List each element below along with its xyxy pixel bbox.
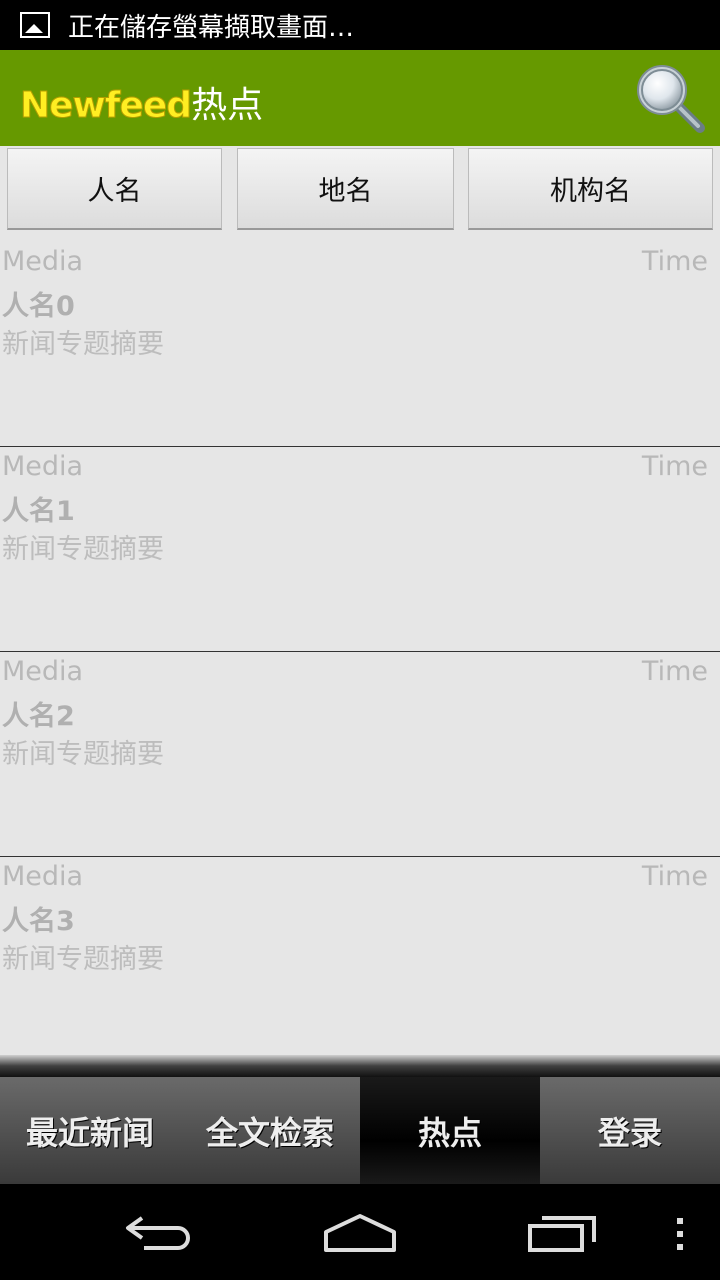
category-tabs: 人名 地名 机构名	[0, 148, 720, 232]
status-bar: 正在儲存螢幕擷取畫面…	[0, 0, 720, 50]
media-label: Media	[2, 861, 84, 892]
list-item[interactable]: Media Time 人名2 新闻专题摘要	[0, 652, 720, 857]
nav-full-text-search[interactable]: 全文检索	[180, 1077, 360, 1184]
logo-text: Newfeed	[19, 85, 192, 127]
status-text: 正在儲存螢幕擷取畫面…	[68, 12, 355, 43]
media-label: Media	[2, 656, 84, 687]
image-icon	[20, 12, 50, 38]
bottom-nav: 最近新闻 全文检索 热点 登录	[0, 1077, 720, 1184]
item-name: 人名3	[2, 906, 75, 937]
search-button[interactable]	[632, 60, 708, 136]
tab-place[interactable]: 地名	[237, 148, 454, 230]
item-summary: 新闻专题摘要	[2, 944, 164, 975]
item-name: 人名1	[2, 496, 75, 527]
list-item[interactable]: Media Time 人名1 新闻专题摘要	[0, 447, 720, 652]
item-name: 人名0	[2, 291, 75, 322]
system-nav-bar	[0, 1184, 720, 1280]
app-header: Newfeed热点	[0, 50, 720, 146]
magnifier-icon	[637, 65, 705, 133]
back-icon[interactable]	[124, 1212, 196, 1252]
nav-login[interactable]: 登录	[540, 1077, 720, 1184]
list-item[interactable]: Media Time 人名0 新闻专题摘要	[0, 242, 720, 447]
tab-person[interactable]: 人名	[7, 148, 222, 230]
tab-organization[interactable]: 机构名	[468, 148, 713, 230]
nav-hot[interactable]: 热点	[360, 1077, 540, 1184]
page-title: 热点	[191, 85, 264, 126]
media-label: Media	[2, 451, 84, 482]
time-label: Time	[641, 451, 708, 482]
item-summary: 新闻专题摘要	[2, 739, 164, 770]
divider	[0, 1055, 720, 1077]
time-label: Time	[641, 656, 708, 687]
nav-recent-news[interactable]: 最近新闻	[0, 1077, 180, 1184]
item-summary: 新闻专题摘要	[2, 329, 164, 360]
news-list: Media Time 人名0 新闻专题摘要 Media Time 人名1 新闻专…	[0, 242, 720, 1061]
list-item[interactable]: Media Time 人名3 新闻专题摘要	[0, 857, 720, 1061]
menu-icon[interactable]	[674, 1218, 686, 1252]
home-icon[interactable]	[322, 1212, 398, 1254]
item-name: 人名2	[2, 701, 75, 732]
recents-icon[interactable]	[526, 1214, 598, 1254]
time-label: Time	[641, 246, 708, 277]
app-logo: Newfeed热点	[19, 76, 264, 128]
media-label: Media	[2, 246, 84, 277]
item-summary: 新闻专题摘要	[2, 534, 164, 565]
time-label: Time	[641, 861, 708, 892]
